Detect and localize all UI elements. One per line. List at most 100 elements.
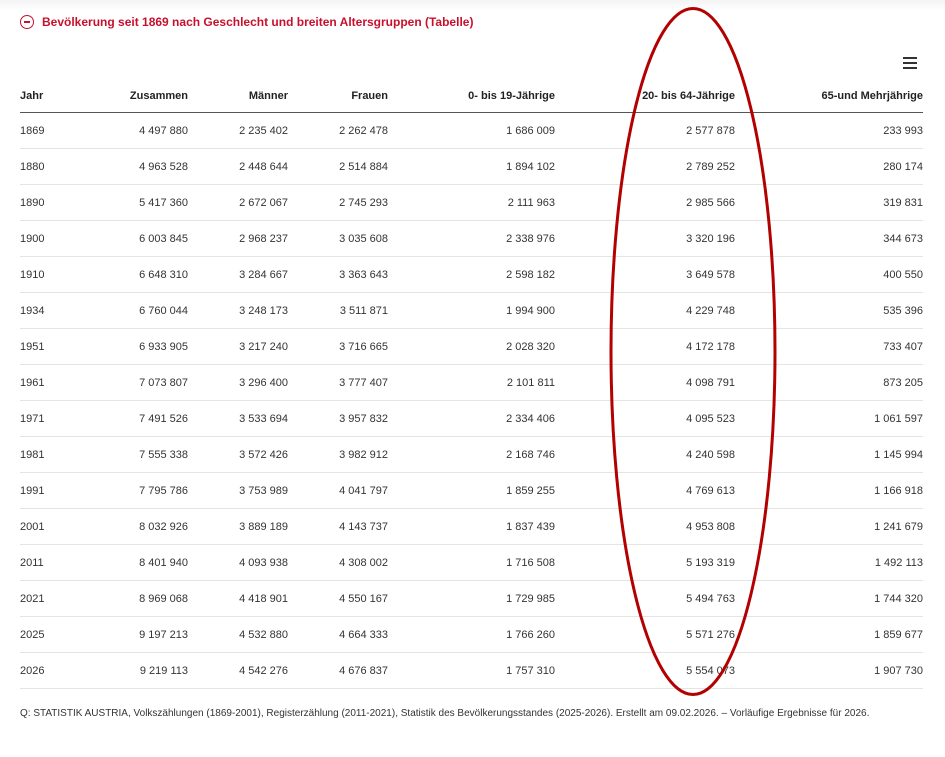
year-cell: 1910 [20, 256, 60, 293]
value-cell: 3 533 694 [188, 400, 288, 437]
value-cell: 1 757 310 [388, 652, 555, 689]
year-cell: 1869 [20, 112, 60, 149]
year-cell: 1981 [20, 436, 60, 473]
year-cell: 1961 [20, 364, 60, 401]
year-cell: 1991 [20, 472, 60, 509]
value-cell: 4 550 167 [288, 580, 388, 617]
year-cell: 1880 [20, 148, 60, 185]
value-cell: 3 753 989 [188, 472, 288, 509]
table-row: 2011 8 401 940 4 093 938 4 308 002 1 716 508… [20, 544, 923, 581]
table-row: 1971 7 491 526 3 533 694 3 957 832 2 334 406… [20, 400, 923, 437]
value-cell: 4 143 737 [288, 508, 388, 545]
value-cell: 280 174 [735, 148, 923, 185]
value-cell: 1 061 597 [735, 400, 923, 437]
value-cell: 733 407 [735, 328, 923, 365]
value-cell: 2 985 566 [555, 184, 735, 221]
value-cell: 2 235 402 [188, 112, 288, 149]
value-cell: 2 334 406 [388, 400, 555, 437]
table-row: 1880 4 963 528 2 448 644 2 514 884 1 894 102… [20, 148, 923, 185]
source-note: Q: STATISTIK AUSTRIA, Volkszählungen (18… [20, 708, 870, 719]
value-cell: 5 554 073 [555, 652, 735, 689]
value-cell: 3 320 196 [555, 220, 735, 257]
value-cell: 7 073 807 [60, 364, 188, 401]
hamburger-menu-icon[interactable] [903, 57, 917, 69]
value-cell: 1 907 730 [735, 652, 923, 689]
value-cell: 1 766 260 [388, 616, 555, 653]
value-cell: 4 963 528 [60, 148, 188, 185]
column-header: 20- bis 64-Jährige [555, 80, 735, 113]
value-cell: 6 003 845 [60, 220, 188, 257]
value-cell: 4 041 797 [288, 472, 388, 509]
value-cell: 7 555 338 [60, 436, 188, 473]
value-cell: 319 831 [735, 184, 923, 221]
year-cell: 2011 [20, 544, 60, 581]
value-cell: 9 197 213 [60, 616, 188, 653]
value-cell: 6 760 044 [60, 292, 188, 329]
value-cell: 2 262 478 [288, 112, 388, 149]
value-cell: 4 542 276 [188, 652, 288, 689]
value-cell: 5 571 276 [555, 616, 735, 653]
value-cell: 1 241 679 [735, 508, 923, 545]
column-header: Männer [188, 80, 288, 113]
value-cell: 4 098 791 [555, 364, 735, 401]
table-row: 1910 6 648 310 3 284 667 3 363 643 2 598 182… [20, 256, 923, 293]
column-header: Frauen [288, 80, 388, 113]
table-row: 1900 6 003 845 2 968 237 3 035 608 2 338 976… [20, 220, 923, 257]
value-cell: 1 837 439 [388, 508, 555, 545]
value-cell: 8 032 926 [60, 508, 188, 545]
year-cell: 1900 [20, 220, 60, 257]
value-cell: 233 993 [735, 112, 923, 149]
value-cell: 4 953 808 [555, 508, 735, 545]
value-cell: 3 511 871 [288, 292, 388, 329]
column-header: Zusammen [60, 80, 188, 113]
table-row: 1934 6 760 044 3 248 173 3 511 871 1 994 900… [20, 292, 923, 329]
value-cell: 7 491 526 [60, 400, 188, 437]
value-cell: 5 417 360 [60, 184, 188, 221]
section-toggle[interactable]: Bevölkerung seit 1869 nach Geschlecht un… [20, 12, 473, 32]
value-cell: 535 396 [735, 292, 923, 329]
year-cell: 2021 [20, 580, 60, 617]
value-cell: 2 111 963 [388, 184, 555, 221]
year-cell: 2025 [20, 616, 60, 653]
value-cell: 6 648 310 [60, 256, 188, 293]
table-row: 2026 9 219 113 4 542 276 4 676 837 1 757 310… [20, 652, 923, 689]
value-cell: 8 401 940 [60, 544, 188, 581]
value-cell: 1 145 994 [735, 436, 923, 473]
value-cell: 3 248 173 [188, 292, 288, 329]
value-cell: 1 859 255 [388, 472, 555, 509]
value-cell: 4 676 837 [288, 652, 388, 689]
minus-circle-icon[interactable] [20, 15, 34, 29]
value-cell: 4 418 901 [188, 580, 288, 617]
value-cell: 3 957 832 [288, 400, 388, 437]
value-cell: 1 744 320 [735, 580, 923, 617]
value-cell: 8 969 068 [60, 580, 188, 617]
table-row: 1991 7 795 786 3 753 989 4 041 797 1 859 255… [20, 472, 923, 509]
value-cell: 6 933 905 [60, 328, 188, 365]
value-cell: 1 686 009 [388, 112, 555, 149]
value-cell: 2 101 811 [388, 364, 555, 401]
table-row: 1981 7 555 338 3 572 426 3 982 912 2 168 746… [20, 436, 923, 473]
value-cell: 1 492 113 [735, 544, 923, 581]
value-cell: 2 338 976 [388, 220, 555, 257]
year-cell: 1934 [20, 292, 60, 329]
year-cell: 1890 [20, 184, 60, 221]
value-cell: 1 994 900 [388, 292, 555, 329]
value-cell: 5 193 319 [555, 544, 735, 581]
menu-bar [903, 67, 917, 69]
population-table: Jahr Zusammen Männer Frauen 0- bis 19-Jährig… [20, 80, 923, 689]
year-cell: 1971 [20, 400, 60, 437]
value-cell: 2 514 884 [288, 148, 388, 185]
menu-bar [903, 62, 917, 64]
value-cell: 4 532 880 [188, 616, 288, 653]
table-row: 2001 8 032 926 3 889 189 4 143 737 1 837 439… [20, 508, 923, 545]
value-cell: 1 859 677 [735, 616, 923, 653]
value-cell: 3 296 400 [188, 364, 288, 401]
top-bar [0, 0, 945, 10]
value-cell: 3 035 608 [288, 220, 388, 257]
value-cell: 400 550 [735, 256, 923, 293]
value-cell: 873 205 [735, 364, 923, 401]
value-cell: 2 448 644 [188, 148, 288, 185]
value-cell: 2 672 067 [188, 184, 288, 221]
value-cell: 3 217 240 [188, 328, 288, 365]
value-cell: 2 968 237 [188, 220, 288, 257]
